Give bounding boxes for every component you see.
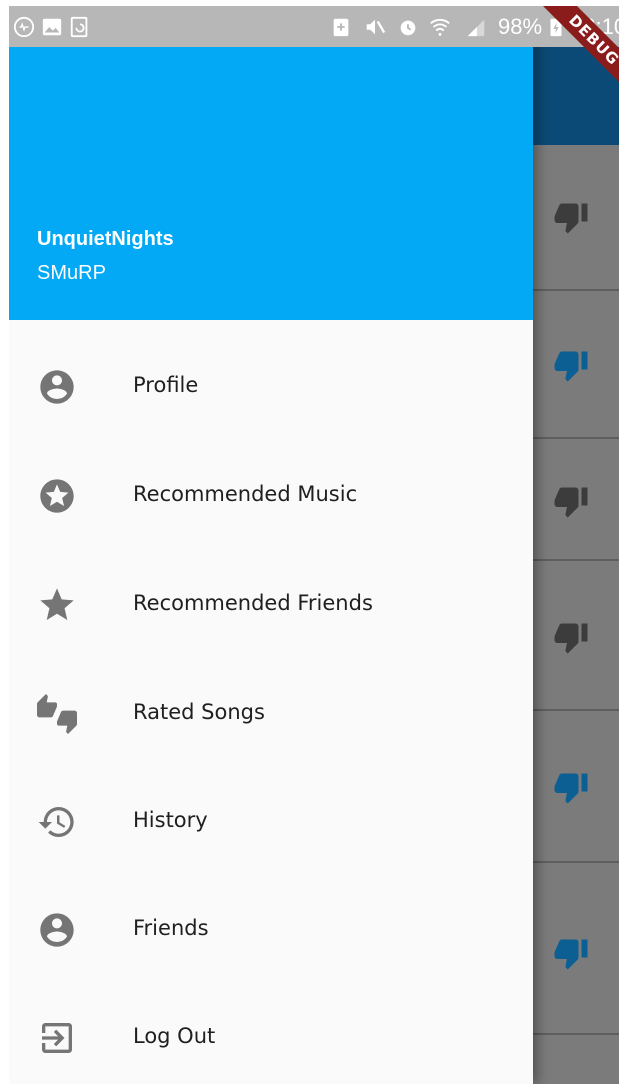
drawer-item-recommended-music[interactable]: Recommended Music	[9, 456, 533, 528]
exit-to-app-icon	[42, 1023, 72, 1053]
drawer-item-friends[interactable]: Friends	[9, 890, 533, 962]
mute-icon	[366, 19, 386, 35]
drawer-item-recommended-friends[interactable]: Recommended Friends	[9, 565, 533, 637]
stars-icon	[40, 479, 74, 513]
drawer-item-history[interactable]: History	[9, 782, 533, 854]
alarm-icon	[400, 20, 416, 36]
drawer-item-label: Rated Songs	[133, 700, 265, 724]
thumbs-up-down-icon	[37, 694, 77, 734]
battery-saver-icon	[333, 18, 349, 37]
thumb-down-icon[interactable]	[553, 935, 589, 971]
drawer-item-profile[interactable]: Profile	[9, 347, 533, 419]
drawer-item-label: Profile	[133, 373, 199, 397]
navigation-drawer: UnquietNights SMuRP Profile Recommended …	[9, 6, 533, 1084]
account-email: SMuRP	[37, 262, 106, 284]
drawer-item-label: Recommended Music	[133, 482, 358, 506]
battery-percentage: 98%	[498, 14, 543, 39]
drawer-item-log-out[interactable]: Log Out	[9, 998, 533, 1070]
sync-icon	[70, 16, 88, 38]
drawer-item-rated-songs[interactable]: Rated Songs	[9, 674, 533, 746]
account-circle-icon	[40, 913, 74, 947]
drawer-item-label: Friends	[133, 916, 209, 940]
thumb-down-icon[interactable]	[553, 619, 589, 655]
image-icon	[42, 18, 62, 36]
status-bar: 98% 13:10	[9, 6, 619, 47]
history-icon	[38, 807, 74, 837]
app-screen: 98% 13:10 DEBUG UnquietNights SMuRP Prof…	[9, 6, 619, 1084]
thumb-down-icon[interactable]	[553, 347, 589, 383]
thumb-down-icon[interactable]	[553, 483, 589, 519]
drawer-item-label: Recommended Friends	[133, 591, 373, 615]
account-circle-icon	[40, 370, 74, 404]
account-name: UnquietNights	[37, 228, 174, 250]
drawer-item-label: Log Out	[133, 1024, 216, 1048]
thumb-down-icon[interactable]	[553, 769, 589, 805]
drawer-header: UnquietNights SMuRP	[9, 47, 533, 320]
star-icon	[40, 588, 74, 620]
wifi-icon	[430, 18, 450, 36]
signal-icon	[467, 19, 485, 37]
drawer-item-label: History	[133, 808, 208, 832]
thumb-down-icon[interactable]	[553, 199, 589, 235]
notification-app-icon	[13, 16, 35, 38]
